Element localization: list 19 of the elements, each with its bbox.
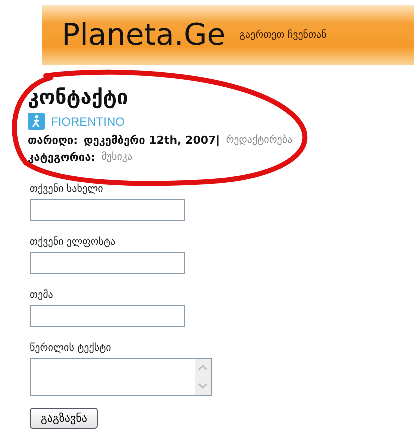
edit-link[interactable]: რედაქტირება <box>226 135 293 146</box>
author-link[interactable]: FIORENTINO <box>51 114 125 128</box>
input-field[interactable] <box>30 199 185 221</box>
post-date: დეკემბერი 12th, 2007| <box>84 134 220 147</box>
field-label: თქვენი ელფოსტა <box>30 237 117 248</box>
submit-button[interactable]: გაგზავნა <box>30 408 98 429</box>
category-label: კატეგორია: <box>28 151 96 164</box>
category-link[interactable]: მუსიკა <box>102 152 133 163</box>
message-field[interactable] <box>30 358 212 396</box>
input-field[interactable] <box>30 252 185 274</box>
field-label: თქვენი სახელი <box>30 184 104 195</box>
input-field[interactable] <box>30 305 185 327</box>
site-tagline: გაერთეთ ჩვენთან <box>240 30 327 40</box>
site-logo: Planeta.Ge <box>62 18 226 52</box>
date-label: თარიღი: <box>28 134 78 147</box>
post-title: კონტაქტი <box>28 85 130 109</box>
field-label: თემა <box>30 290 54 301</box>
field-label: წერილის ტექსტი <box>30 343 112 354</box>
walking-person-icon <box>28 113 45 130</box>
